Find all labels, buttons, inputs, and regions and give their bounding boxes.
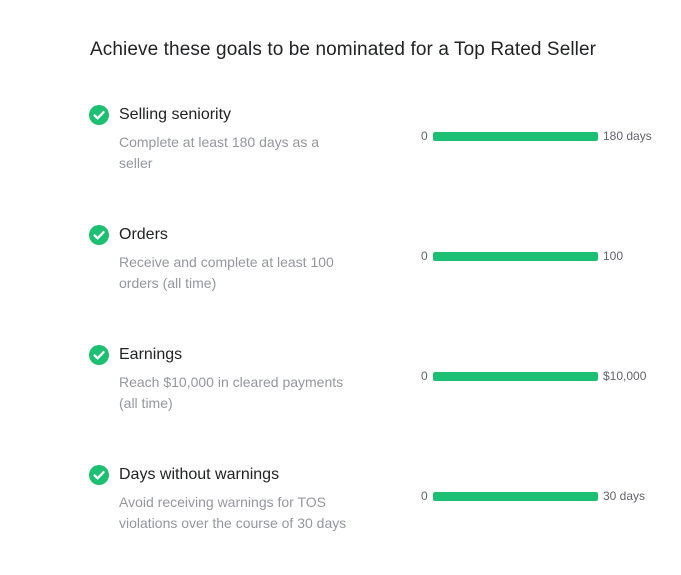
- goal-name: Selling seniority: [119, 106, 232, 123]
- progress-min-label: 0: [421, 369, 428, 383]
- progress-min-label: 0: [421, 489, 428, 503]
- progress-min-label: 0: [421, 129, 428, 143]
- goal-description: Complete at least 180 days as a seller: [119, 134, 320, 171]
- goal-description: Reach $10,000 in cleared payments (all t…: [119, 374, 344, 411]
- goal-orders: Orders Receive and complete at least 100…: [0, 225, 681, 325]
- progress-max-label: 180 days: [603, 129, 652, 143]
- goal-description: Avoid receiving warnings for TOS violati…: [119, 494, 347, 531]
- progress-bar-fill: [433, 372, 598, 381]
- goal-earnings: Earnings Reach $10,000 in cleared paymen…: [0, 345, 681, 445]
- goal-name: Days without warnings: [119, 466, 280, 483]
- progress-bar: [433, 252, 598, 261]
- page-title: Achieve these goals to be nominated for …: [90, 39, 597, 60]
- goal-selling-seniority: Selling seniority Complete at least 180 …: [0, 105, 681, 205]
- progress-max-label: $10,000: [603, 369, 647, 383]
- check-circle-icon: [89, 225, 109, 245]
- check-circle-icon: [89, 465, 109, 485]
- goal-days-without-warnings: Days without warnings Avoid receiving wa…: [0, 465, 681, 565]
- progress-bar: [433, 492, 598, 501]
- progress-max-label: 100: [603, 249, 624, 263]
- check-circle-icon: [89, 105, 109, 125]
- check-circle-icon: [89, 345, 109, 365]
- progress-bar: [433, 132, 598, 141]
- progress-bar-fill: [433, 492, 598, 501]
- progress-min-label: 0: [421, 249, 428, 263]
- progress-bar-fill: [433, 252, 598, 261]
- progress-max-label: 30 days: [603, 489, 646, 503]
- progress-bar-fill: [433, 132, 598, 141]
- progress-bar: [433, 372, 598, 381]
- goal-name: Earnings: [119, 346, 183, 363]
- goal-description: Receive and complete at least 100 orders…: [119, 254, 334, 291]
- goal-name: Orders: [119, 226, 168, 243]
